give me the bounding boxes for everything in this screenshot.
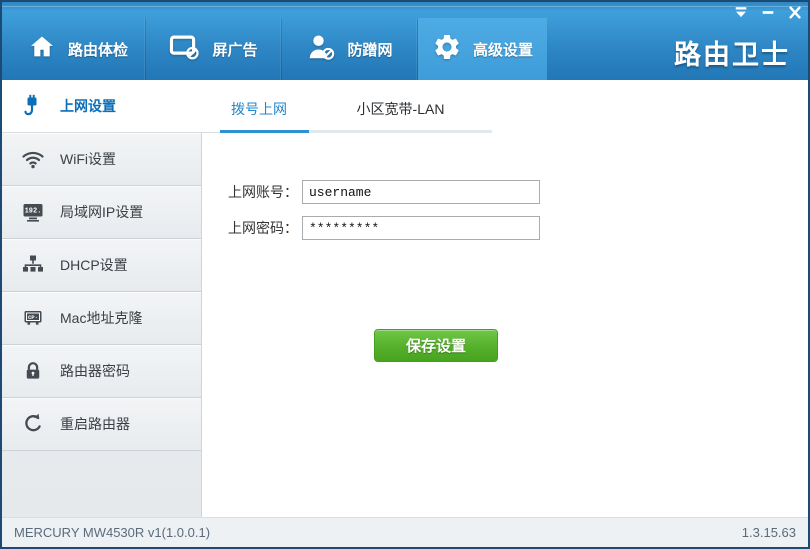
screen-block-icon [169, 33, 201, 65]
close-button[interactable] [781, 4, 808, 26]
header: 路由体检 屏广告 [2, 2, 808, 80]
sidebar-item-label: 路由器密码 [60, 361, 130, 381]
nav-item-label: 防蹭网 [347, 39, 392, 60]
app-version-text: 1.3.15.63 [742, 525, 796, 540]
sidebar-item-lan-ip-settings[interactable]: 192. 局域网IP设置 [2, 186, 201, 239]
app-window: 路由体检 屏广告 [0, 0, 810, 549]
svg-text:CP·: CP· [28, 314, 38, 321]
sidebar-item-wifi-settings[interactable]: WiFi设置 [2, 133, 201, 186]
sidebar-item-dhcp-settings[interactable]: DHCP设置 [2, 239, 201, 292]
close-icon [787, 5, 803, 25]
sidebar-item-restart-router[interactable]: 重启路由器 [2, 398, 201, 451]
tab-bar: 拨号上网 小区宽带-LAN [209, 88, 492, 133]
wifi-icon [20, 146, 46, 172]
collapse-icon [733, 5, 749, 25]
save-settings-button[interactable]: 保存设置 [374, 329, 498, 362]
account-row: 上网账号： [203, 180, 540, 204]
window-controls [727, 4, 808, 26]
sidebar-item-mac-clone[interactable]: CP· Mac地址克隆 [2, 292, 201, 345]
svg-text:192.: 192. [25, 208, 42, 216]
sidebar-item-label: 局域网IP设置 [60, 202, 143, 222]
restart-icon [20, 411, 46, 437]
password-row: 上网密码： [203, 216, 540, 240]
minimize-icon [760, 5, 776, 25]
sidebar-item-router-password[interactable]: 路由器密码 [2, 345, 201, 398]
nav-item-ad-block[interactable]: 屏广告 [146, 18, 282, 80]
nav-item-router-checkup[interactable]: 路由体检 [10, 18, 146, 80]
nav-item-anti-freeload[interactable]: 防蹭网 [282, 18, 418, 80]
device-model-text: MERCURY MW4530R v1(1.0.0.1) [14, 525, 210, 540]
mac-clone-icon: CP· [20, 305, 46, 331]
dhcp-icon [20, 252, 46, 278]
nav-item-label: 高级设置 [473, 39, 533, 60]
account-input[interactable] [302, 180, 540, 204]
sidebar-item-label: 重启路由器 [60, 414, 130, 434]
lock-icon [20, 358, 46, 384]
sidebar-item-label: Mac地址克隆 [60, 308, 142, 328]
home-icon [27, 33, 57, 65]
password-label: 上网密码： [203, 218, 298, 238]
minimize-button[interactable] [754, 4, 781, 26]
sidebar-item-label: DHCP设置 [60, 255, 128, 275]
sidebar-item-label: 上网设置 [60, 96, 116, 116]
lan-ip-icon: 192. [20, 199, 46, 225]
plug-icon [20, 93, 46, 119]
collapse-button[interactable] [727, 4, 754, 26]
main-content: 拨号上网 小区宽带-LAN 上网账号： 上网密码： 保存设置 [203, 80, 808, 517]
top-nav: 路由体检 屏广告 [10, 18, 547, 80]
sidebar-item-internet-settings[interactable]: 上网设置 [2, 80, 220, 133]
status-bar: MERCURY MW4530R v1(1.0.0.1) 1.3.15.63 [2, 517, 808, 547]
app-logo: 路由卫士 [674, 33, 790, 72]
tab-lan-broadband[interactable]: 小区宽带-LAN [309, 88, 492, 133]
sidebar-item-label: WiFi设置 [60, 149, 116, 169]
nav-item-label: 路由体检 [68, 39, 128, 60]
tab-dialup[interactable]: 拨号上网 [209, 88, 309, 133]
account-label: 上网账号： [203, 182, 298, 202]
nav-item-label: 屏广告 [212, 39, 257, 60]
gear-icon [432, 32, 462, 66]
sidebar: 上网设置 WiFi设置 192. [2, 80, 202, 517]
password-input[interactable] [302, 216, 540, 240]
user-block-icon [306, 33, 336, 65]
nav-item-advanced-settings[interactable]: 高级设置 [418, 18, 547, 80]
